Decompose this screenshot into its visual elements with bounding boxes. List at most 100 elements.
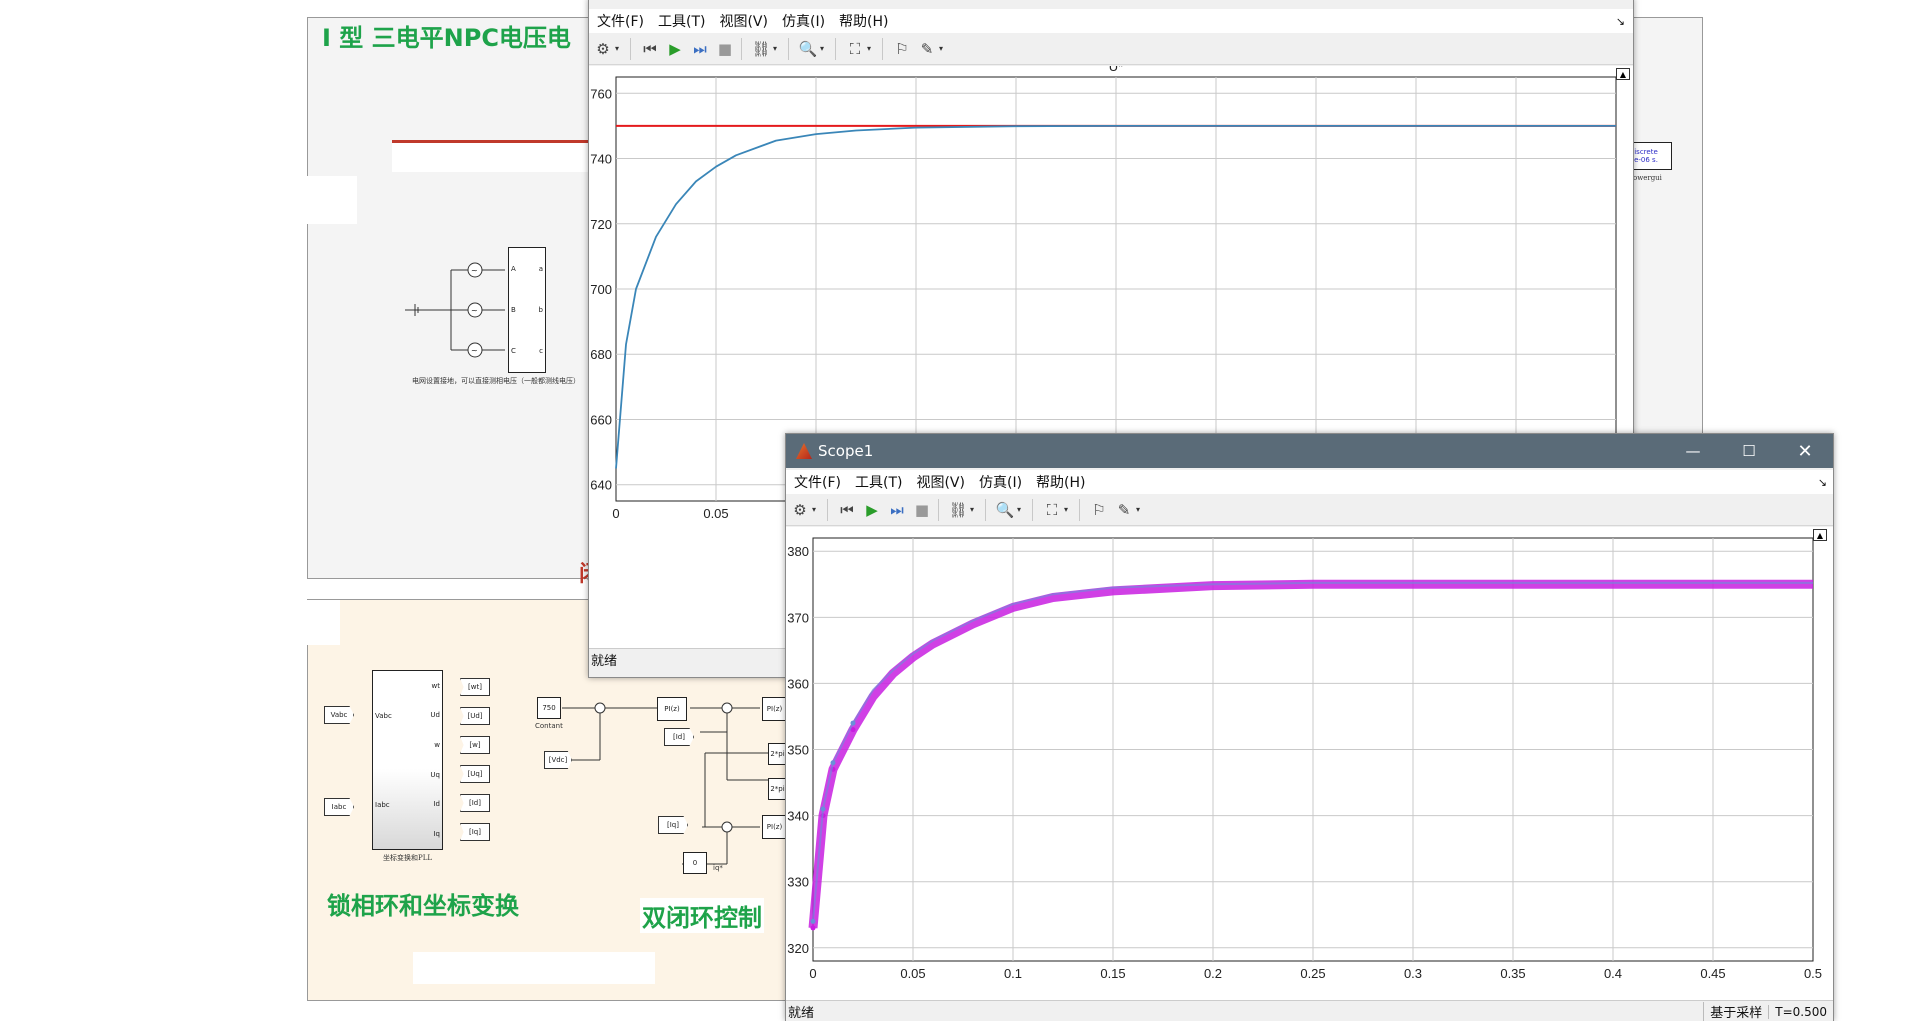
menu-help[interactable]: 帮助(H) — [1036, 472, 1085, 492]
menu-file[interactable]: 文件(F) — [597, 11, 644, 31]
pll-block-label: 坐标变换和PLL — [383, 854, 433, 862]
edit-icon[interactable]: ✎ — [1113, 499, 1135, 521]
plot-area[interactable]: ▲ 320 330 340 350 360 370 380 0 0.05 0.1 0.15 0.2 0.… — [786, 527, 1833, 1000]
goto-tag-iq[interactable]: [Iq] — [460, 823, 490, 841]
step-icon[interactable]: ⏭ — [886, 499, 908, 521]
redaction-patch — [305, 176, 357, 224]
rewind-icon[interactable]: ⏮ — [639, 38, 661, 60]
matlab-logo-icon — [796, 443, 812, 459]
chevron-down-icon[interactable]: ▾ — [939, 44, 949, 53]
chevron-down-icon[interactable]: ▾ — [812, 505, 822, 514]
zero-constant-block[interactable]: 0 — [683, 852, 707, 874]
cursor-icon[interactable]: ⚐ — [1088, 499, 1110, 521]
y-tick-label: 760 — [590, 86, 612, 101]
iq-ref-label: iq* — [713, 864, 723, 872]
control-wiring — [562, 702, 770, 865]
from-tag-iq[interactable]: [Iq] — [658, 816, 688, 834]
stop-icon[interactable]: ■ — [714, 38, 736, 60]
constant-label: Contant — [535, 722, 563, 730]
undock-menu-icon[interactable]: ↘ — [1616, 15, 1625, 28]
close-icon[interactable]: ✕ — [1777, 441, 1833, 462]
zoom-icon[interactable]: 🔍 — [797, 38, 819, 60]
pi-controller-q[interactable]: PI(z) — [762, 815, 787, 839]
measurement-block[interactable]: Aa Bb Cc — [508, 247, 546, 373]
x-tick-label: 0.5 — [1804, 966, 1822, 981]
y-tick-label: 720 — [590, 217, 612, 232]
from-tag-vdc[interactable]: [Vdc] — [544, 751, 572, 769]
menu-help[interactable]: 帮助(H) — [839, 11, 888, 31]
x-tick-label: 0.3 — [1404, 966, 1422, 981]
menu-view[interactable]: 视图(V) — [719, 11, 768, 31]
gear-icon[interactable]: ⚙ — [592, 38, 614, 60]
data-point — [810, 925, 816, 931]
chevron-down-icon[interactable]: ▾ — [970, 505, 980, 514]
menu-bar: 文件(F) 工具(T) 视图(V) 仿真(I) 帮助(H) ↘ — [589, 9, 1633, 33]
chevron-down-icon[interactable]: ▾ — [615, 44, 625, 53]
y-tick-label: 360 — [787, 676, 809, 691]
cursor-icon[interactable]: ⚐ — [891, 38, 913, 60]
chevron-down-icon[interactable]: ▾ — [1136, 505, 1146, 514]
redaction-patch — [305, 600, 340, 645]
three-phase-source[interactable]: ~ ~ ~ — [405, 250, 605, 380]
chevron-down-icon[interactable]: ▾ — [1017, 505, 1027, 514]
edit-icon[interactable]: ✎ — [916, 38, 938, 60]
goto-tag-w[interactable]: [w] — [460, 736, 490, 754]
redaction-patch — [413, 952, 655, 984]
undock-icon[interactable]: ▲ — [1616, 68, 1630, 80]
gear-icon[interactable]: ⚙ — [789, 499, 811, 521]
from-tag-iabc[interactable]: Iabc — [324, 798, 354, 816]
data-point — [820, 806, 826, 812]
highlight-icon[interactable]: ⛓ — [947, 499, 969, 521]
highlight-icon[interactable]: ⛓ — [750, 38, 772, 60]
menu-simulation[interactable]: 仿真(I) — [782, 11, 825, 31]
menu-tools[interactable]: 工具(T) — [855, 472, 902, 492]
rewind-icon[interactable]: ⏮ — [836, 499, 858, 521]
chevron-down-icon[interactable]: ▾ — [820, 44, 830, 53]
model-title: I 型 三电平NPC电压电 — [322, 24, 571, 52]
goto-tag-uq[interactable]: [Uq] — [460, 765, 490, 783]
status-text: 就绪 — [591, 654, 618, 669]
y-tick-label: 380 — [787, 544, 809, 559]
pi-controller-d[interactable]: PI(z) — [762, 697, 787, 721]
chevron-down-icon[interactable]: ▾ — [867, 44, 877, 53]
fit-icon[interactable]: ⛶ — [844, 38, 866, 60]
time-readout: T=0.500 — [1768, 1004, 1833, 1019]
goto-tag-id[interactable]: [Id] — [460, 794, 490, 812]
menu-file[interactable]: 文件(F) — [794, 472, 841, 492]
step-icon[interactable]: ⏭ — [689, 38, 711, 60]
scope-window-front[interactable]: Scope1 — ☐ ✕ 文件(F) 工具(T) 视图(V) 仿真(I) 帮助(… — [785, 433, 1834, 1021]
from-tag-vabc[interactable]: Vabc — [324, 706, 354, 724]
chevron-down-icon[interactable]: ▾ — [773, 44, 783, 53]
goto-tag-ud[interactable]: [Ud] — [460, 707, 490, 725]
minimize-icon[interactable]: — — [1665, 442, 1721, 460]
undock-menu-icon[interactable]: ↘ — [1818, 476, 1827, 489]
constant-block[interactable]: 750 — [537, 697, 561, 719]
scope1-chart: 320 330 340 350 360 370 380 0 0.05 0.1 0.15 0.2 0.25… — [787, 537, 1822, 981]
run-icon[interactable]: ▶ — [664, 38, 686, 60]
stop-icon[interactable]: ■ — [911, 499, 933, 521]
title-bar[interactable]: Scope1 — ☐ ✕ — [786, 434, 1833, 468]
y-tick-label: 700 — [590, 282, 612, 297]
chevron-down-icon[interactable]: ▾ — [1064, 505, 1074, 514]
pi-controller-voltage[interactable]: PI(z) — [657, 697, 687, 721]
grid-note: 电网设置接地，可以直接测相电压（一般都测线电压） — [412, 377, 580, 385]
undock-icon[interactable]: ▲ — [1813, 529, 1827, 541]
fit-icon[interactable]: ⛶ — [1041, 499, 1063, 521]
x-tick-label: 0.35 — [1500, 966, 1525, 981]
from-tag-id[interactable]: [Id] — [664, 728, 694, 746]
menu-simulation[interactable]: 仿真(I) — [979, 472, 1022, 492]
pll-block[interactable]: Vabc Iabc wt Ud w Uq Id Iq — [372, 670, 443, 850]
run-icon[interactable]: ▶ — [861, 499, 883, 521]
x-tick-label: 0.2 — [1204, 966, 1222, 981]
powergui-label: owergui — [1633, 174, 1662, 182]
menu-view[interactable]: 视图(V) — [916, 472, 965, 492]
y-tick-label: 660 — [590, 412, 612, 427]
goto-tag-wt[interactable]: [wt] — [460, 678, 490, 696]
y-tick-label: 680 — [590, 347, 612, 362]
zoom-icon[interactable]: 🔍 — [994, 499, 1016, 521]
y-tick-label: 340 — [787, 809, 809, 824]
status-bar: 就绪 基于采样 T=0.500 — [786, 1000, 1833, 1021]
y-tick-label: 330 — [787, 875, 809, 890]
menu-tools[interactable]: 工具(T) — [658, 11, 705, 31]
maximize-icon[interactable]: ☐ — [1721, 442, 1777, 460]
